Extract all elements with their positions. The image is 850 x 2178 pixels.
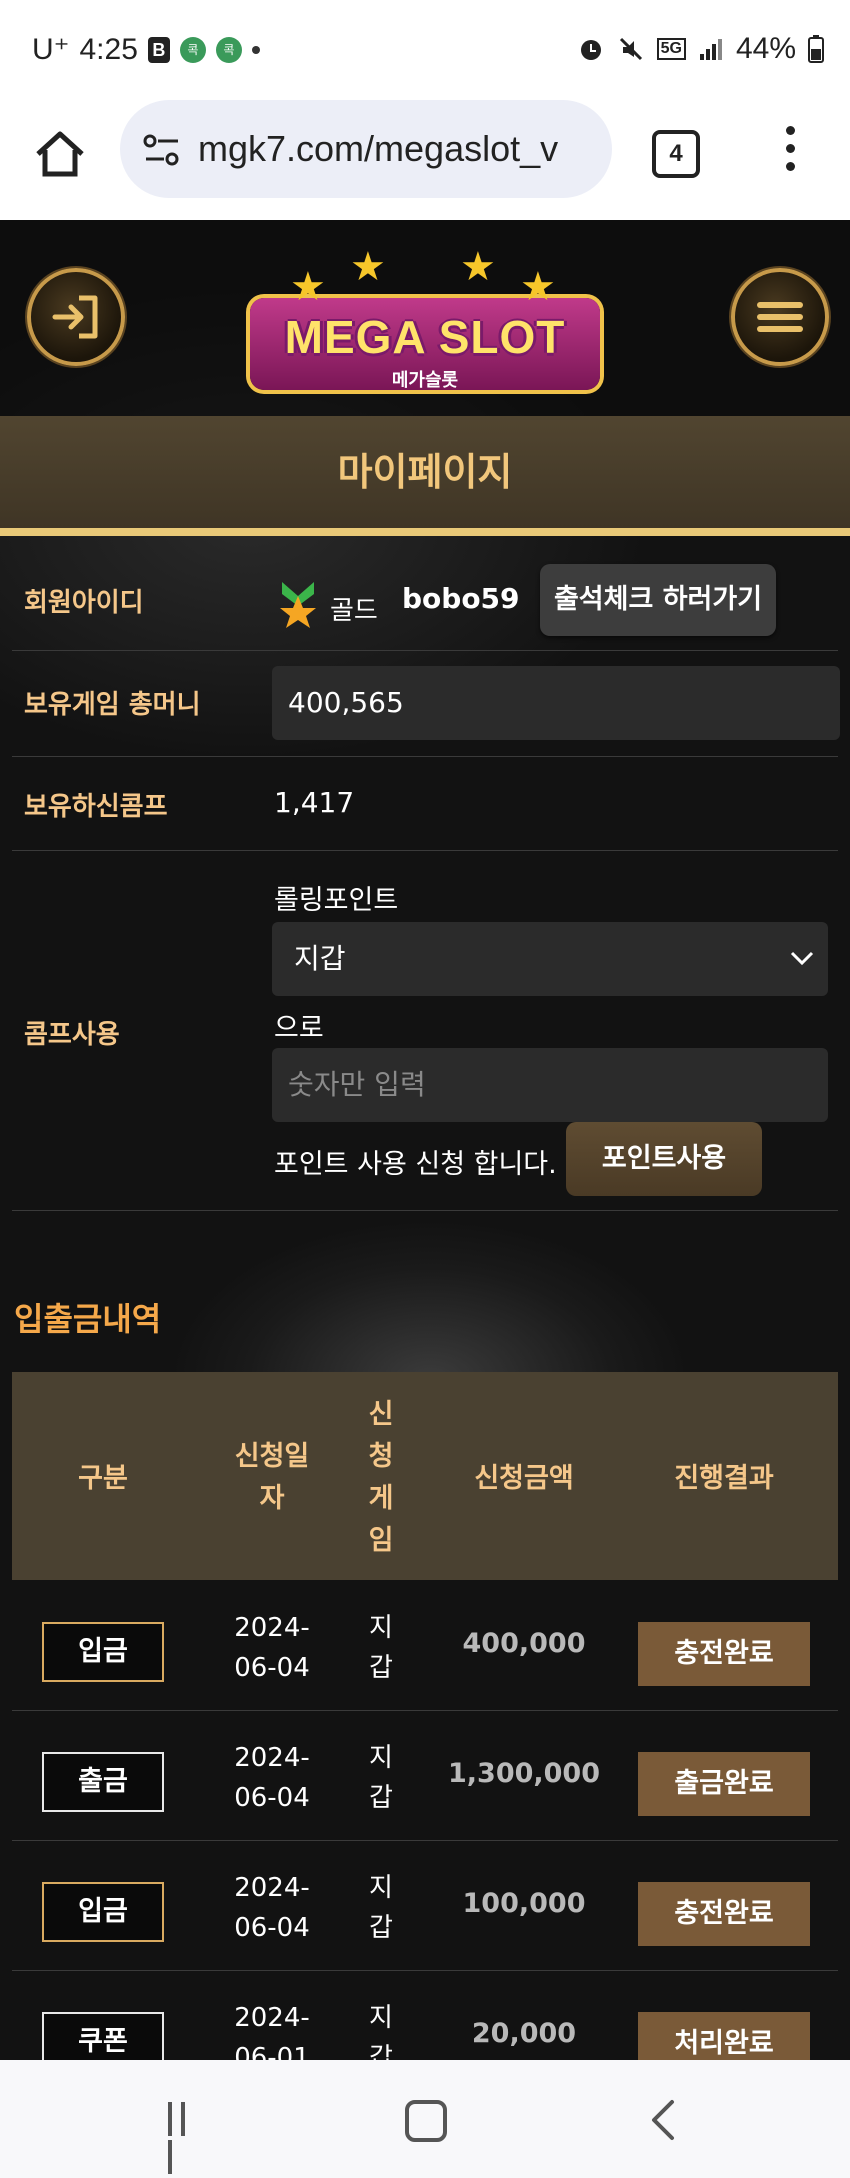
game-money-row: 보유게임 총머니 400,565 (12, 650, 840, 757)
notification-b-icon: B (147, 36, 170, 63)
battery-icon (808, 35, 824, 63)
battery-percent: 44% (735, 32, 796, 65)
tab-switcher-button[interactable]: 4 (652, 130, 700, 178)
browser-menu-icon[interactable] (780, 126, 800, 176)
hamburger-menu-button[interactable] (731, 268, 829, 366)
hamburger-icon (757, 302, 803, 332)
more-notifications-icon (251, 45, 260, 54)
table-row: 출금 2024- 06-04 지갑 1,300,000 출금완료 (12, 1710, 838, 1841)
chevron-down-icon (790, 951, 814, 966)
row-amount: 400,000 (462, 1628, 586, 1659)
th-amount: 신청금액 (474, 1463, 574, 1494)
row-amount: 100,000 (462, 1888, 586, 1919)
th-result: 진행결과 (674, 1463, 774, 1494)
wallet-select[interactable]: 지갑 (272, 922, 828, 996)
wallet-select-value: 지갑 (294, 942, 346, 975)
comp-balance-row: 보유하신콤프 1,417 (12, 756, 838, 851)
page-title-bar: 마이페이지 (0, 416, 850, 536)
attendance-check-button[interactable]: 출석체크 하러가기 (540, 564, 776, 636)
comp-balance-value: 1,417 (274, 786, 355, 819)
signal-icon (699, 39, 722, 60)
row-amount: 1,300,000 (447, 1758, 601, 1789)
comp-use-row: 콤프사용 롤링포인트 지갑 으로 숫자만 입력 포인트 사용 신청 합니다. 포… (12, 850, 838, 1211)
member-id-row: 회원아이디 골드 bobo59 출석체크 하러가기 (12, 550, 838, 651)
type-badge: 입금 (42, 1622, 164, 1682)
carrier-label: U⁺ (32, 33, 70, 66)
table-row: 쿠폰 2024- 06-01 지갑 20,000 처리완료 (12, 1970, 838, 2060)
row-date: 2024- 06-01 (234, 2003, 310, 2060)
url-text[interactable]: mgk7.com/megaslot_v (198, 128, 598, 170)
site-header: ★ ★ ★ ★ MEGA SLOT 메가슬롯 (0, 220, 850, 416)
th-type: 구분 (78, 1463, 128, 1494)
table-row: 입금 2024- 06-04 지갑 100,000 충전완료 (12, 1840, 838, 1971)
system-nav-bar (0, 2060, 850, 2178)
type-badge: 출금 (42, 1752, 164, 1812)
address-bar[interactable]: mgk7.com/megaslot_v (120, 100, 612, 198)
table-row: 입금 2024- 06-04 지갑 400,000 충전완료 (12, 1580, 838, 1711)
history-table-header: 구분 신청일 자 신청게임 신청금액 진행결과 (12, 1372, 838, 1580)
username: bobo59 (402, 582, 520, 615)
alarm-icon (580, 40, 601, 60)
row-date: 2024- 06-04 (234, 1743, 310, 1813)
logo-text: MEGA SLOT (284, 311, 566, 363)
type-badge: 쿠폰 (42, 2012, 164, 2060)
browser-toolbar: mgk7.com/megaslot_v 4 (0, 100, 850, 221)
home-icon[interactable] (30, 124, 90, 184)
clock: 4:25 (79, 32, 138, 66)
type-badge: 입금 (42, 1882, 164, 1942)
th-game: 신청게임 (368, 1399, 394, 1556)
row-game: 지갑 (369, 1743, 393, 1813)
point-amount-input[interactable]: 숫자만 입력 (272, 1048, 828, 1122)
comp-balance-label: 보유하신콤프 (24, 792, 168, 822)
back-icon[interactable] (648, 2098, 678, 2142)
th-date: 신청일 자 (234, 1441, 310, 1514)
result-badge: 출금완료 (638, 1752, 810, 1816)
notification-kok-icon: 콕 (215, 36, 242, 63)
mute-icon (619, 37, 642, 61)
network-type-icon: 5G (656, 38, 686, 60)
row-game: 지갑 (369, 1873, 393, 1943)
row-amount: 20,000 (471, 2018, 577, 2049)
result-badge: 처리완료 (638, 2012, 810, 2060)
page-title: 마이페이지 (337, 450, 513, 494)
login-arrow-icon (52, 295, 98, 339)
to-label: 으로 (274, 1013, 324, 1044)
rolling-point-label: 롤링포인트 (274, 885, 399, 916)
row-date: 2024- 06-04 (234, 1873, 310, 1943)
notification-kok-icon: 콕 (179, 36, 206, 63)
gold-star-icon (280, 582, 316, 628)
site-content: ★ ★ ★ ★ MEGA SLOT 메가슬롯 마이페이지 회원아이디 골드 bo… (0, 220, 850, 2060)
result-badge: 충전완료 (638, 1622, 810, 1686)
result-badge: 충전완료 (638, 1882, 810, 1946)
recents-icon[interactable] (168, 2102, 204, 2174)
logo-subtitle: 메가슬롯 (391, 370, 459, 391)
status-bar: U⁺ 4:25 B 콕 콕 5G 44% (0, 0, 850, 100)
apply-text: 포인트 사용 신청 합니다. (274, 1149, 557, 1180)
row-game: 지갑 (369, 2003, 393, 2060)
game-money-value: 400,565 (272, 666, 840, 740)
row-date: 2024- 06-04 (234, 1613, 310, 1683)
comp-use-label: 콤프사용 (24, 1020, 120, 1050)
login-button[interactable] (27, 268, 125, 366)
history-title: 입출금내역 (14, 1300, 162, 1338)
game-money-label: 보유게임 총머니 (24, 690, 201, 720)
grade-label: 골드 (330, 596, 378, 626)
use-point-button[interactable]: 포인트사용 (566, 1122, 762, 1196)
home-nav-icon[interactable] (405, 2100, 447, 2142)
mega-slot-logo[interactable]: ★ ★ ★ ★ MEGA SLOT 메가슬롯 (250, 240, 600, 408)
row-game: 지갑 (369, 1613, 393, 1683)
site-settings-icon[interactable] (142, 132, 182, 168)
member-id-label: 회원아이디 (24, 588, 144, 618)
